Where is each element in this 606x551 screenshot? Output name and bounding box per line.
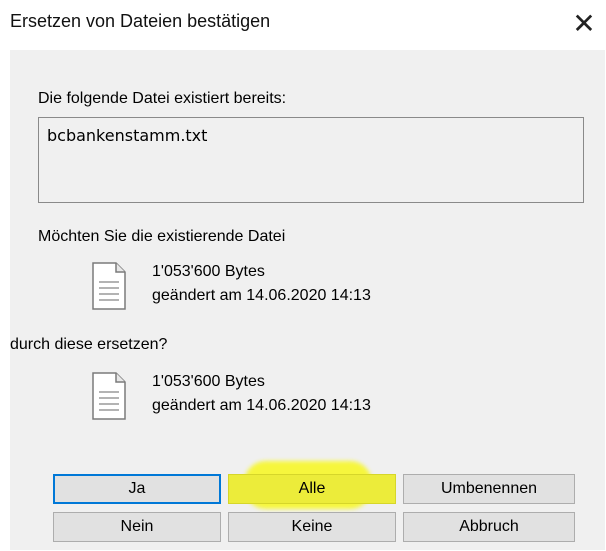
yes-to-all-button[interactable]: Alle — [228, 474, 396, 504]
new-file-size: 1'053'600 Bytes — [152, 373, 265, 390]
question-existing: Möchten Sie die existierende Datei — [38, 228, 286, 245]
filename-box: bcbankenstamm.txt — [38, 117, 584, 203]
existing-file-modified: geändert am 14.06.2020 14:13 — [152, 287, 371, 304]
filename-text: bcbankenstamm.txt — [47, 126, 208, 145]
no-to-all-button[interactable]: Keine — [228, 512, 396, 542]
question-replace: durch diese ersetzen? — [10, 336, 168, 353]
close-button[interactable]: ✕ — [566, 6, 602, 42]
cancel-button[interactable]: Abbruch — [403, 512, 575, 542]
close-icon: ✕ — [572, 8, 596, 39]
new-file-modified: geändert am 14.06.2020 14:13 — [152, 397, 371, 414]
title-bar: Ersetzen von Dateien bestätigen ✕ — [0, 0, 606, 50]
document-icon — [92, 262, 126, 310]
existing-file-info: 1'053'600 Bytes geändert am 14.06.2020 1… — [152, 260, 371, 308]
no-button[interactable]: Nein — [53, 512, 221, 542]
yes-button[interactable]: Ja — [53, 474, 221, 504]
document-icon — [92, 372, 126, 420]
exists-label: Die folgende Datei existiert bereits: — [38, 90, 287, 107]
rename-button[interactable]: Umbenennen — [403, 474, 575, 504]
dialog-title: Ersetzen von Dateien bestätigen — [10, 11, 271, 31]
new-file-info: 1'053'600 Bytes geändert am 14.06.2020 1… — [152, 370, 371, 418]
existing-file-size: 1'053'600 Bytes — [152, 263, 265, 280]
